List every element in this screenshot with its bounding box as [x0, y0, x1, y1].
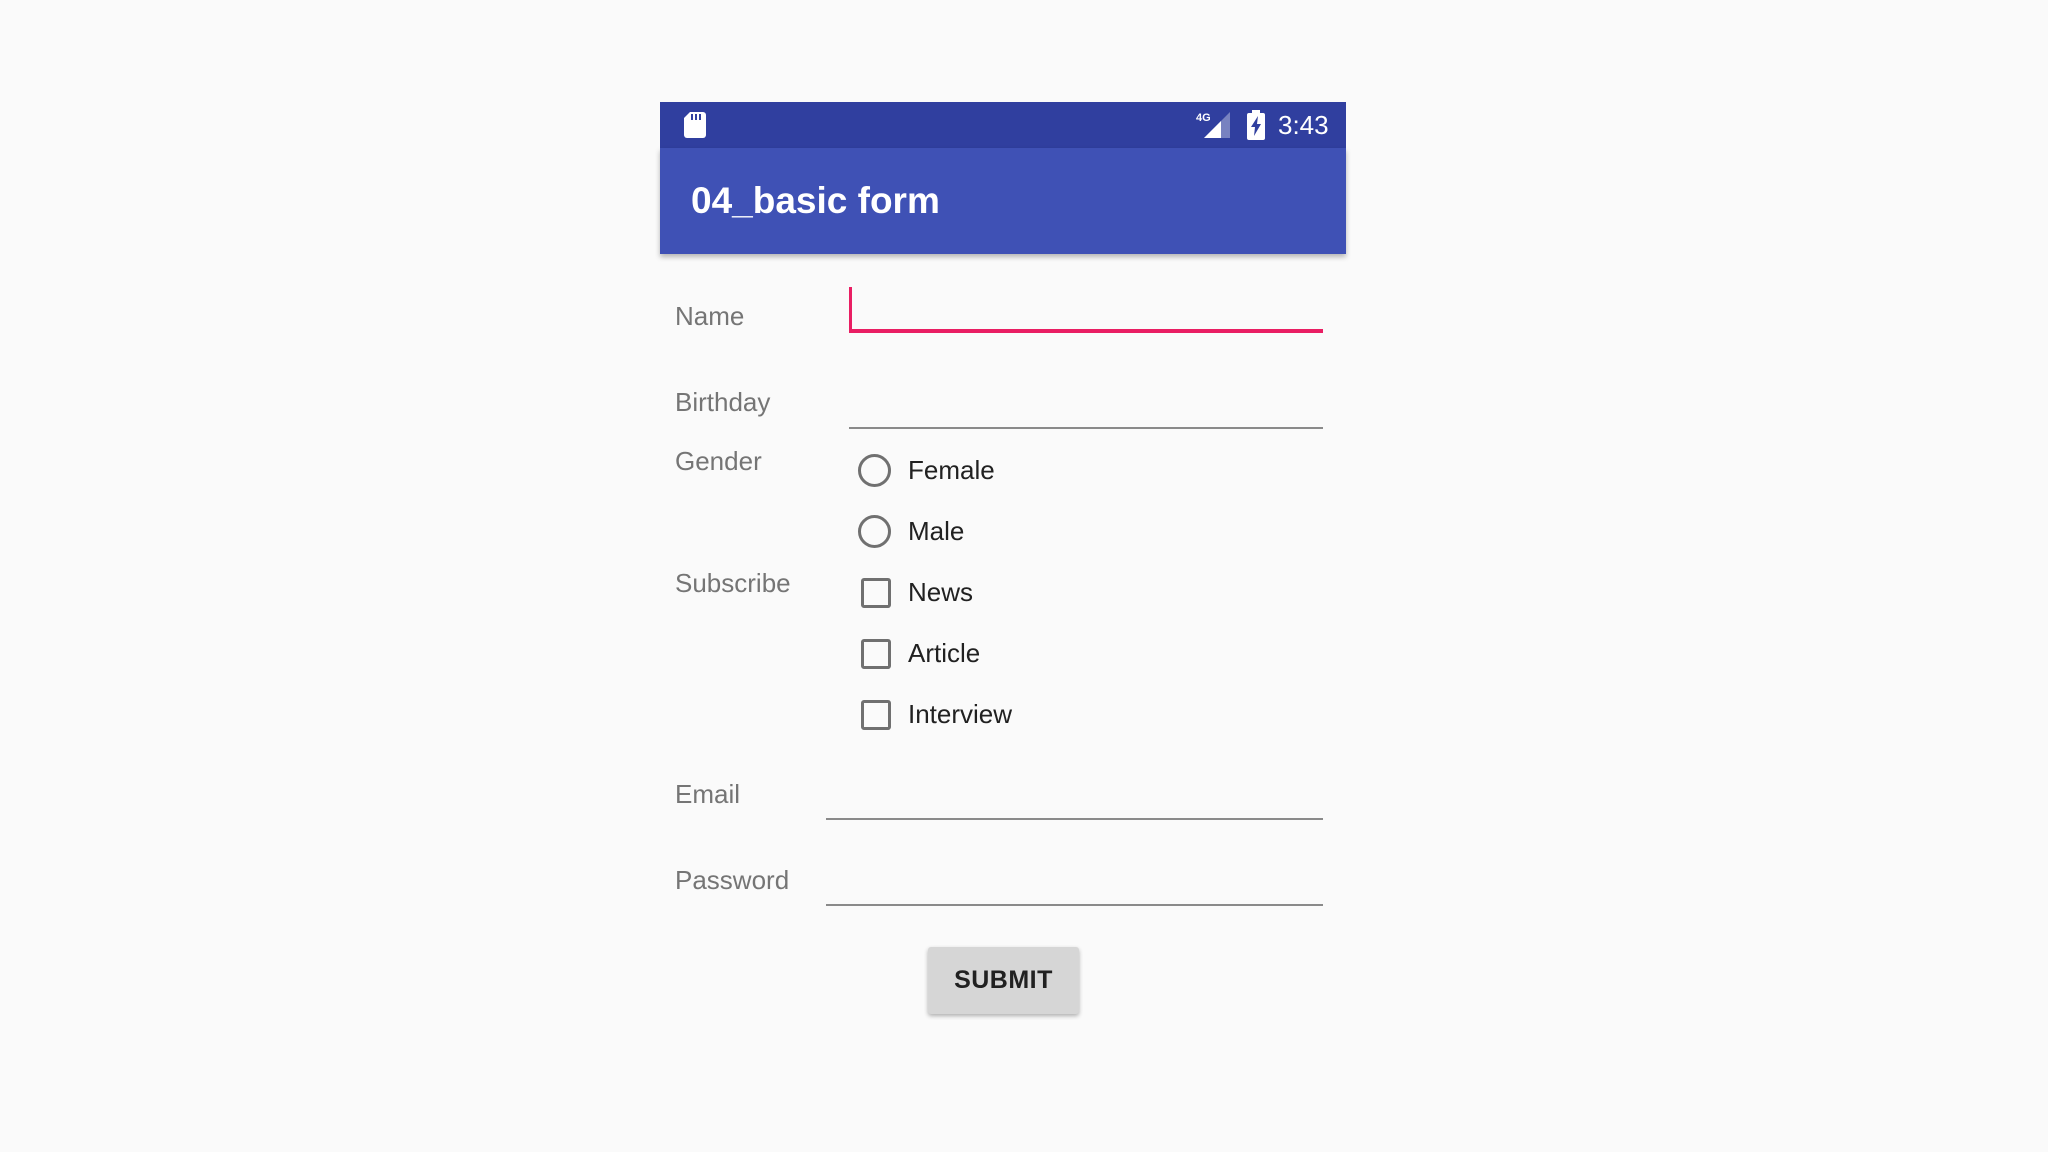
status-bar: 4G 3:43 [660, 102, 1346, 148]
birthday-label: Birthday [675, 387, 771, 417]
radio-label-male: Male [908, 516, 965, 546]
checkbox-label-interview: Interview [908, 699, 1013, 729]
sd-card-icon [684, 112, 706, 138]
checkbox-icon[interactable] [861, 700, 891, 730]
email-label: Email [675, 779, 741, 809]
radio-label-female: Female [908, 455, 995, 485]
phone-screen: 4G 3:43 04_basic form Name Birthday Gend… [660, 102, 1346, 1102]
subscribe-label: Subscribe [675, 568, 791, 598]
radio-button-icon[interactable] [858, 454, 891, 487]
app-bar: 04_basic form [660, 148, 1346, 254]
name-input[interactable] [849, 287, 1323, 333]
checkbox-label-article: Article [908, 638, 981, 668]
gender-label: Gender [675, 446, 762, 476]
app-title: 04_basic form [691, 180, 940, 221]
submit-button[interactable]: SUBMIT [928, 947, 1079, 1014]
battery-charging-icon [1247, 110, 1265, 140]
network-type-label: 4G [1196, 112, 1211, 124]
screen: 4G 3:43 04_basic form Name Birthday Gend… [0, 0, 2048, 1152]
checkbox-label-news: News [908, 577, 974, 607]
signal-icon: 4G [1196, 112, 1230, 138]
checkbox-icon[interactable] [861, 578, 891, 608]
radio-button-icon[interactable] [858, 515, 891, 548]
checkbox-icon[interactable] [861, 639, 891, 669]
name-label: Name [675, 301, 745, 331]
email-input[interactable] [826, 776, 1323, 820]
password-label: Password [675, 865, 790, 895]
password-input[interactable] [826, 862, 1323, 906]
text-cursor [849, 287, 852, 331]
birthday-input[interactable] [849, 385, 1323, 429]
status-clock: 3:43 [1278, 110, 1329, 140]
